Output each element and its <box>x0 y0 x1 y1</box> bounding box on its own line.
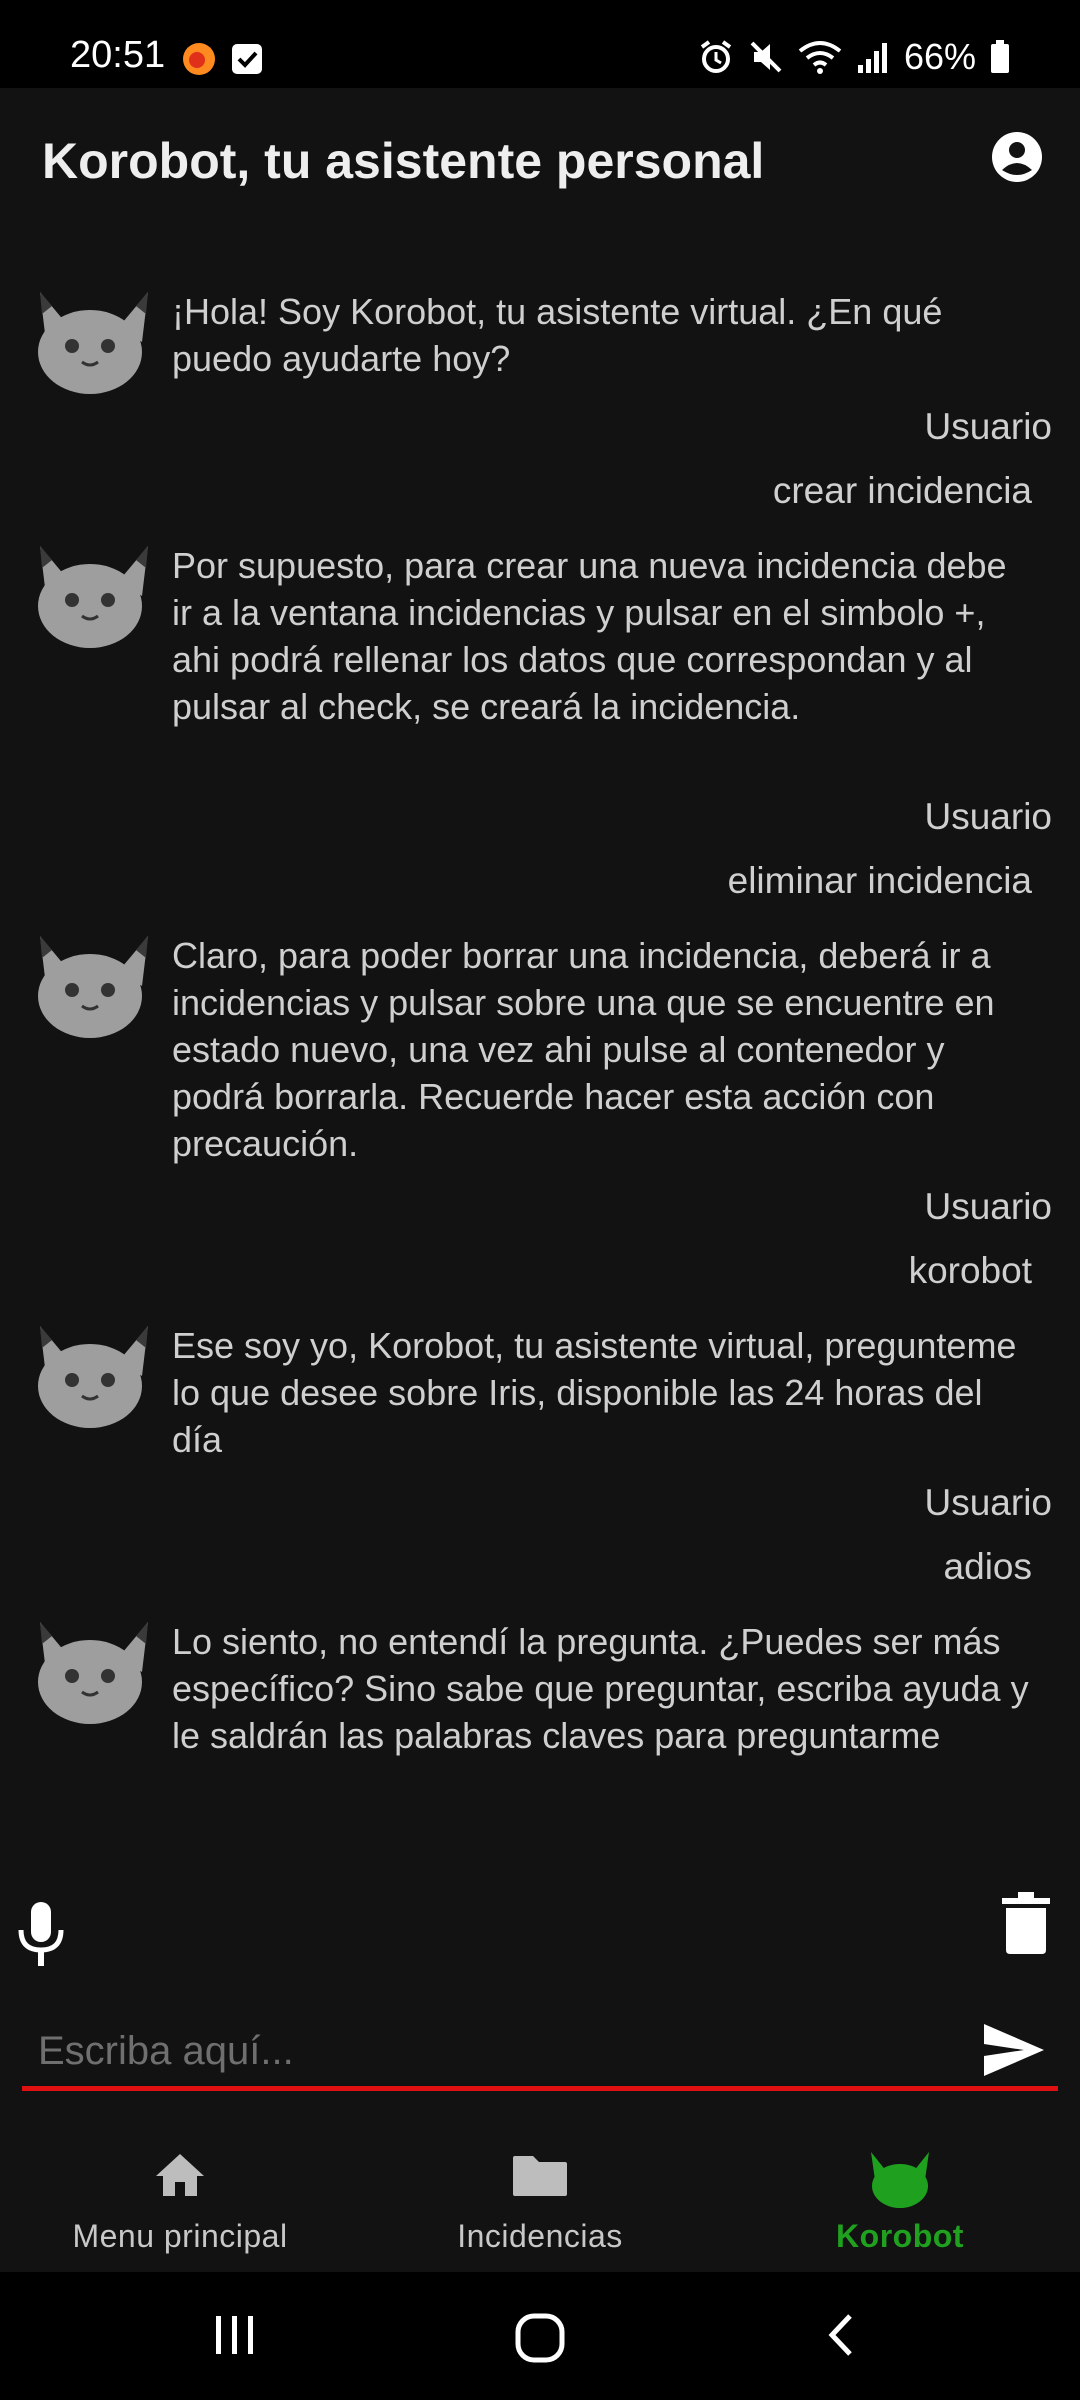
recent-apps-icon[interactable] <box>210 2310 260 2360</box>
bot-message-text: Por supuesto, para crear una nueva incid… <box>172 545 1007 727</box>
bot-message-text: Claro, para poder borrar una incidencia,… <box>172 935 995 1164</box>
checkbox-notification-icon <box>232 44 262 74</box>
user-message-text: crear incidencia <box>772 470 1032 511</box>
nav-label: Incidencias <box>457 2218 623 2254</box>
korobot-avatar-icon <box>38 1622 148 1724</box>
status-icons: 66% <box>698 36 1010 78</box>
mute-icon <box>750 41 782 73</box>
alarm-icon <box>700 40 732 73</box>
message-input[interactable] <box>22 2020 1014 2082</box>
user-message-text: korobot <box>908 1250 1032 1291</box>
nav-item-incidencias[interactable]: Incidencias <box>360 2130 720 2270</box>
nav-label: Menu principal <box>72 2218 288 2254</box>
korobot-avatar-icon <box>38 1326 148 1428</box>
profile-icon[interactable] <box>990 130 1044 184</box>
input-underline <box>22 2086 1058 2091</box>
user-label: Usuario <box>924 406 1053 447</box>
nav-item-korobot[interactable]: Korobot <box>720 2130 1080 2270</box>
page-title: Korobot, tu asistente personal <box>42 133 765 189</box>
user-label: Usuario <box>924 796 1053 837</box>
home-icon <box>156 2154 204 2196</box>
battery-icon <box>991 40 1009 73</box>
system-navigation-bar <box>0 2272 1080 2400</box>
korobot-avatar-icon <box>38 546 148 648</box>
app-notification-icon <box>183 43 215 75</box>
trash-icon[interactable] <box>1000 1890 1052 1956</box>
bottom-navigation: Menu principal Incidencias Korobot <box>0 2130 1080 2270</box>
nav-label: Korobot <box>836 2218 964 2254</box>
signal-icon <box>857 43 887 73</box>
korobot-icon <box>871 2152 929 2208</box>
user-label: Usuario <box>924 1482 1053 1523</box>
battery-percentage: 66% <box>903 36 976 77</box>
korobot-avatar-icon <box>38 292 148 394</box>
send-icon[interactable] <box>982 2022 1046 2078</box>
folder-icon <box>513 2156 567 2196</box>
message-input-wrapper <box>22 2020 1058 2094</box>
app-bar: Korobot, tu asistente personal <box>0 88 1080 238</box>
bot-message-text: Ese soy yo, Korobot, tu asistente virtua… <box>172 1325 1017 1460</box>
nav-item-menu-principal[interactable]: Menu principal <box>0 2130 360 2270</box>
microphone-icon[interactable] <box>14 1900 68 1970</box>
user-message-text: eliminar incidencia <box>727 860 1032 901</box>
home-button-icon[interactable] <box>512 2310 568 2366</box>
back-icon[interactable] <box>822 2310 862 2360</box>
bot-message-text: ¡Hola! Soy Korobot, tu asistente virtual… <box>172 291 943 379</box>
user-label: Usuario <box>924 1186 1053 1227</box>
wifi-icon <box>798 41 842 74</box>
korobot-avatar-icon <box>38 936 148 1038</box>
user-message-text: adios <box>943 1546 1032 1587</box>
status-bar: 20:51 66% <box>0 0 1080 88</box>
bot-message-text: Lo siento, no entendí la pregunta. ¿Pued… <box>172 1621 1029 1756</box>
status-time: 20:51 <box>70 34 166 76</box>
